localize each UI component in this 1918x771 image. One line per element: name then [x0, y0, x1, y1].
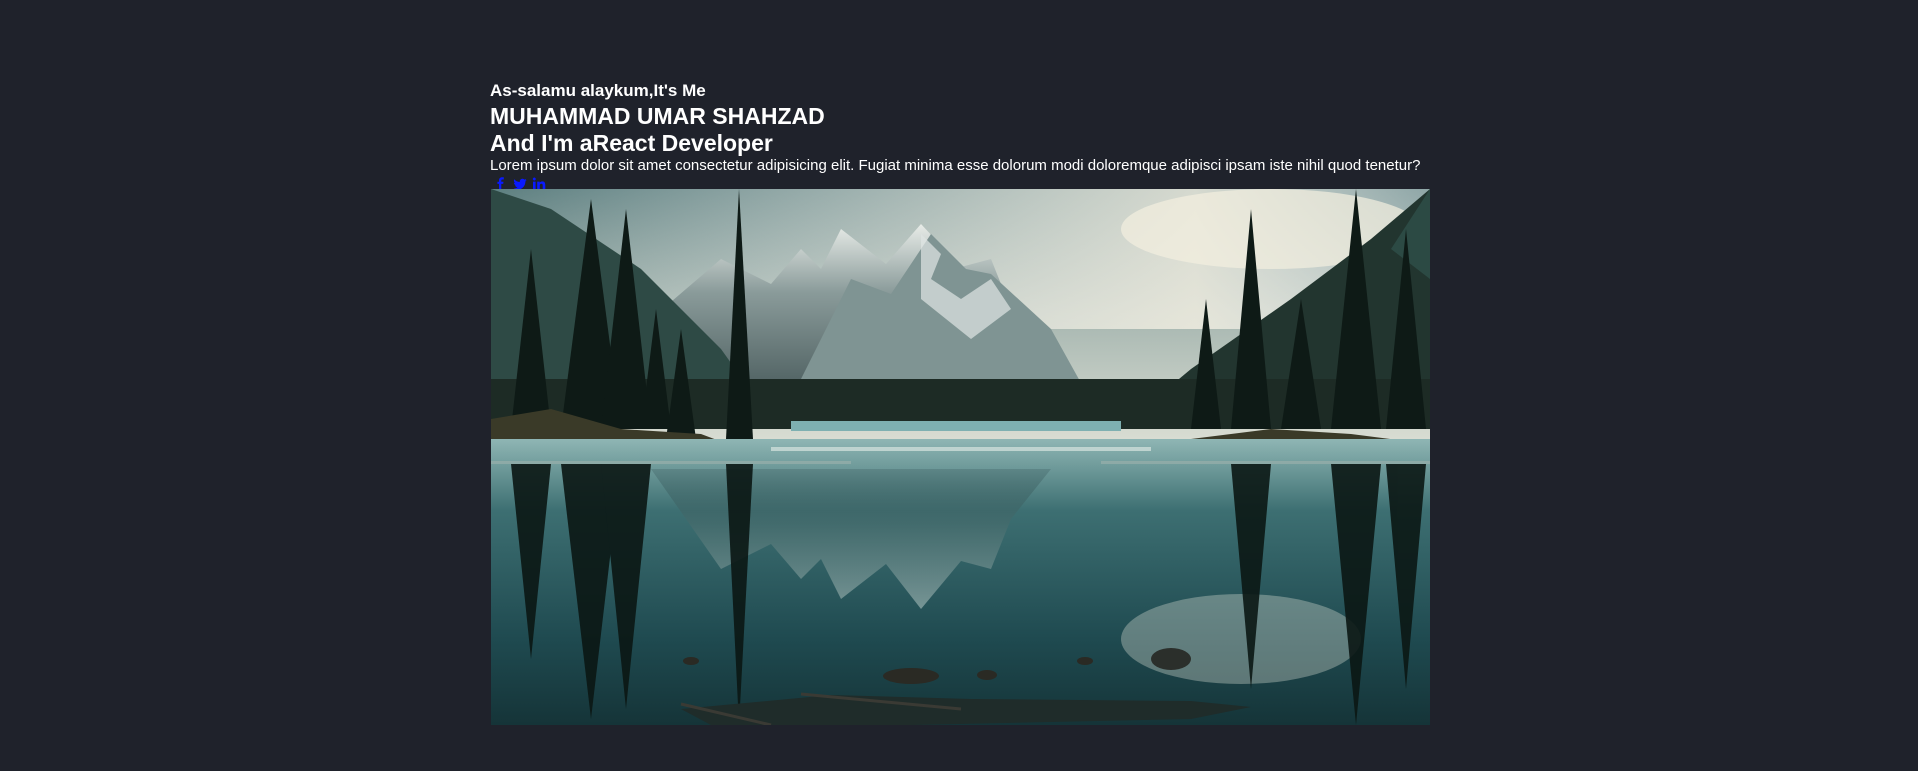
role-heading: And I'm aReact Developer	[490, 130, 1430, 157]
role-prefix: And I'm a	[490, 130, 593, 156]
landscape-image	[491, 189, 1430, 725]
description-text: Lorem ipsum dolor sit amet consectetur a…	[490, 157, 1421, 174]
hero-section: As-salamu alaykum,It's Me MUHAMMAD UMAR …	[490, 80, 1430, 192]
role-text: React Developer	[592, 130, 773, 156]
name-heading: MUHAMMAD UMAR SHAHZAD	[490, 103, 825, 129]
greeting-text: As-salamu alaykum,It's Me	[490, 81, 706, 100]
